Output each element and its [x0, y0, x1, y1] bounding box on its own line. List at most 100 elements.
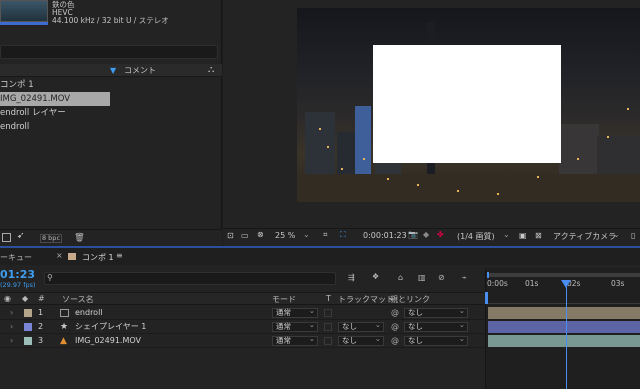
region-of-interest-icon[interactable]: ⛶: [340, 230, 346, 240]
zoom-chevron-icon[interactable]: ⌄: [303, 230, 310, 239]
pickwhip-icon[interactable]: @: [391, 320, 399, 334]
graph-editor-icon[interactable]: ⌁: [462, 273, 467, 282]
camera-select[interactable]: アクティブカメラ: [553, 231, 616, 242]
ruler-tick-label: 03s: [611, 279, 625, 288]
timeline-timecode[interactable]: 01:23: [0, 268, 35, 281]
trackmatte-column-label[interactable]: トラックマット: [338, 294, 394, 305]
comp-mini-flowchart-icon[interactable]: ⇶: [348, 273, 355, 282]
label-color-swatch[interactable]: [24, 323, 32, 331]
project-search-input[interactable]: [0, 45, 218, 59]
project-item-endroll-layers[interactable]: endroll レイヤー: [0, 106, 222, 120]
num-column-label: #: [38, 294, 45, 303]
thumbnail-audio-bar: [0, 22, 48, 25]
motion-blur-icon[interactable]: ⊘: [438, 273, 445, 282]
tab-render-queue[interactable]: ーキュー: [0, 252, 32, 263]
flowchart-icon[interactable]: ⛬: [208, 65, 214, 75]
layer-name[interactable]: シェイプレイヤー 1: [75, 320, 146, 334]
t-column-label: T: [326, 294, 331, 303]
project-column-header: ▼ コメント ⛬: [0, 64, 222, 77]
layer-column-header: ◉ ◆ # ソース名 モード T トラックマット 親とリンク: [0, 292, 484, 305]
preserve-transparency-checkbox[interactable]: [324, 309, 332, 317]
timeline-tab-bar: ーキュー × コンポ 1 ≡: [0, 248, 640, 265]
shy-icon[interactable]: ⌂: [398, 273, 403, 282]
current-time-indicator[interactable]: [561, 280, 571, 288]
expand-chevron-icon[interactable]: ›: [10, 320, 13, 334]
resolution-select[interactable]: (1/4 画質): [457, 231, 495, 242]
preserve-transparency-checkbox[interactable]: [324, 323, 332, 331]
ruler-tick-label: 0:00s: [487, 279, 508, 288]
star-shape-icon: ★: [60, 322, 69, 332]
mode-dropdown[interactable]: 通常: [272, 335, 318, 346]
layer-number: 2: [38, 322, 44, 331]
layer-name[interactable]: endroll: [75, 306, 103, 320]
frame-blending-icon[interactable]: ▥: [418, 273, 426, 282]
parent-dropdown[interactable]: なし: [404, 335, 468, 346]
view-layout-icon[interactable]: ▯: [631, 231, 635, 240]
item-thumbnail: [0, 0, 48, 22]
trackmatte-dropdown[interactable]: なし: [338, 321, 384, 332]
tab-menu-icon[interactable]: ≡: [116, 251, 123, 260]
project-item-mov[interactable]: IMG_02491.MOV: [0, 92, 222, 106]
mode-dropdown[interactable]: 通常: [272, 321, 318, 332]
item-audio-info: 44.100 kHz / 32 bit U / ステレオ: [52, 16, 169, 25]
label-color-swatch[interactable]: [24, 309, 32, 317]
layer-row[interactable]: › 2 ★ シェイプレイヤー 1 通常 なし @ なし: [0, 320, 484, 334]
sort-chevron-icon[interactable]: ▼: [110, 66, 116, 75]
timeline-fps: (29.97 fps): [0, 281, 36, 289]
monitor-icon[interactable]: ▭: [241, 231, 249, 240]
label-color-swatch[interactable]: [24, 337, 32, 345]
viewer-toolbar: ⊡ ▭ ⊗ 25 % ⌄ ⌗ ⛶ 0:00:01:23 📷 ◆ ✤ (1/4 画…: [223, 228, 640, 244]
trackmatte-dropdown[interactable]: なし: [338, 335, 384, 346]
mode-column-label[interactable]: モード: [272, 294, 296, 305]
layer-duration-bar[interactable]: [488, 307, 640, 319]
pickwhip-icon[interactable]: @: [391, 306, 399, 320]
viewer-timecode[interactable]: 0:00:01:23: [363, 231, 407, 240]
preserve-transparency-checkbox[interactable]: [324, 337, 332, 345]
camera-chevron-icon[interactable]: ⌄: [613, 230, 620, 239]
show-snapshot-icon[interactable]: ◆: [423, 230, 429, 239]
draft-3d-icon[interactable]: ❖: [372, 272, 379, 281]
zoom-label[interactable]: 25 %: [275, 231, 295, 240]
tab-comp[interactable]: コンポ 1: [82, 252, 114, 263]
mode-dropdown[interactable]: 通常: [272, 307, 318, 318]
layer-row[interactable]: › 1 endroll 通常 @ なし: [0, 306, 484, 320]
ruler-baseline: [488, 303, 640, 304]
project-item-comp[interactable]: コンポ 1: [0, 78, 222, 92]
always-preview-icon[interactable]: ⊡: [227, 231, 234, 240]
close-tab-icon[interactable]: ×: [56, 251, 63, 260]
expand-chevron-icon[interactable]: ›: [10, 334, 13, 348]
trash-icon[interactable]: 🗑: [74, 233, 85, 243]
transparency-grid-icon[interactable]: ⊠: [535, 231, 542, 240]
layer-row[interactable]: › 3 ▲ IMG_02491.MOV 通常 なし @ なし: [0, 334, 484, 348]
resolution-chevron-icon[interactable]: ⌄: [503, 230, 510, 239]
color-channels-icon[interactable]: ✤: [437, 230, 444, 239]
eye-column-icon: ◉: [4, 294, 11, 303]
expand-chevron-icon[interactable]: ›: [10, 306, 13, 320]
parent-dropdown[interactable]: なし: [404, 307, 468, 318]
source-column-label[interactable]: ソース名: [62, 294, 94, 305]
project-item-endroll[interactable]: endroll: [0, 120, 222, 134]
white-shape-layer: [373, 45, 561, 163]
search-icon: ⚲: [47, 273, 53, 282]
project-item-label: endroll レイヤー: [0, 108, 66, 118]
interpret-footage-icon[interactable]: [2, 233, 11, 242]
layer-search-input[interactable]: ⚲: [44, 272, 336, 285]
layer-duration-bar[interactable]: [488, 335, 640, 347]
grid-icon[interactable]: ⌗: [323, 230, 328, 240]
parent-column-label[interactable]: 親とリンク: [390, 294, 430, 305]
project-footer: ➹ 8 bpc 🗑: [0, 229, 222, 246]
current-time-line[interactable]: [566, 284, 567, 389]
layer-duration-bar[interactable]: [488, 321, 640, 333]
new-folder-icon[interactable]: ➹: [17, 231, 25, 241]
snapshot-icon[interactable]: 📷: [408, 230, 418, 239]
fast-preview-icon[interactable]: ▣: [519, 231, 527, 240]
bpc-button[interactable]: 8 bpc: [40, 234, 62, 243]
vr-goggles-icon[interactable]: ⊗: [257, 230, 264, 239]
layer-number: 3: [38, 336, 44, 345]
layer-name[interactable]: IMG_02491.MOV: [75, 334, 141, 348]
parent-dropdown[interactable]: なし: [404, 321, 468, 332]
project-item-label: endroll: [0, 122, 30, 132]
comment-column-label[interactable]: コメント: [124, 65, 156, 76]
footage-cone-icon: ▲: [60, 336, 67, 346]
pickwhip-icon[interactable]: @: [391, 334, 399, 348]
